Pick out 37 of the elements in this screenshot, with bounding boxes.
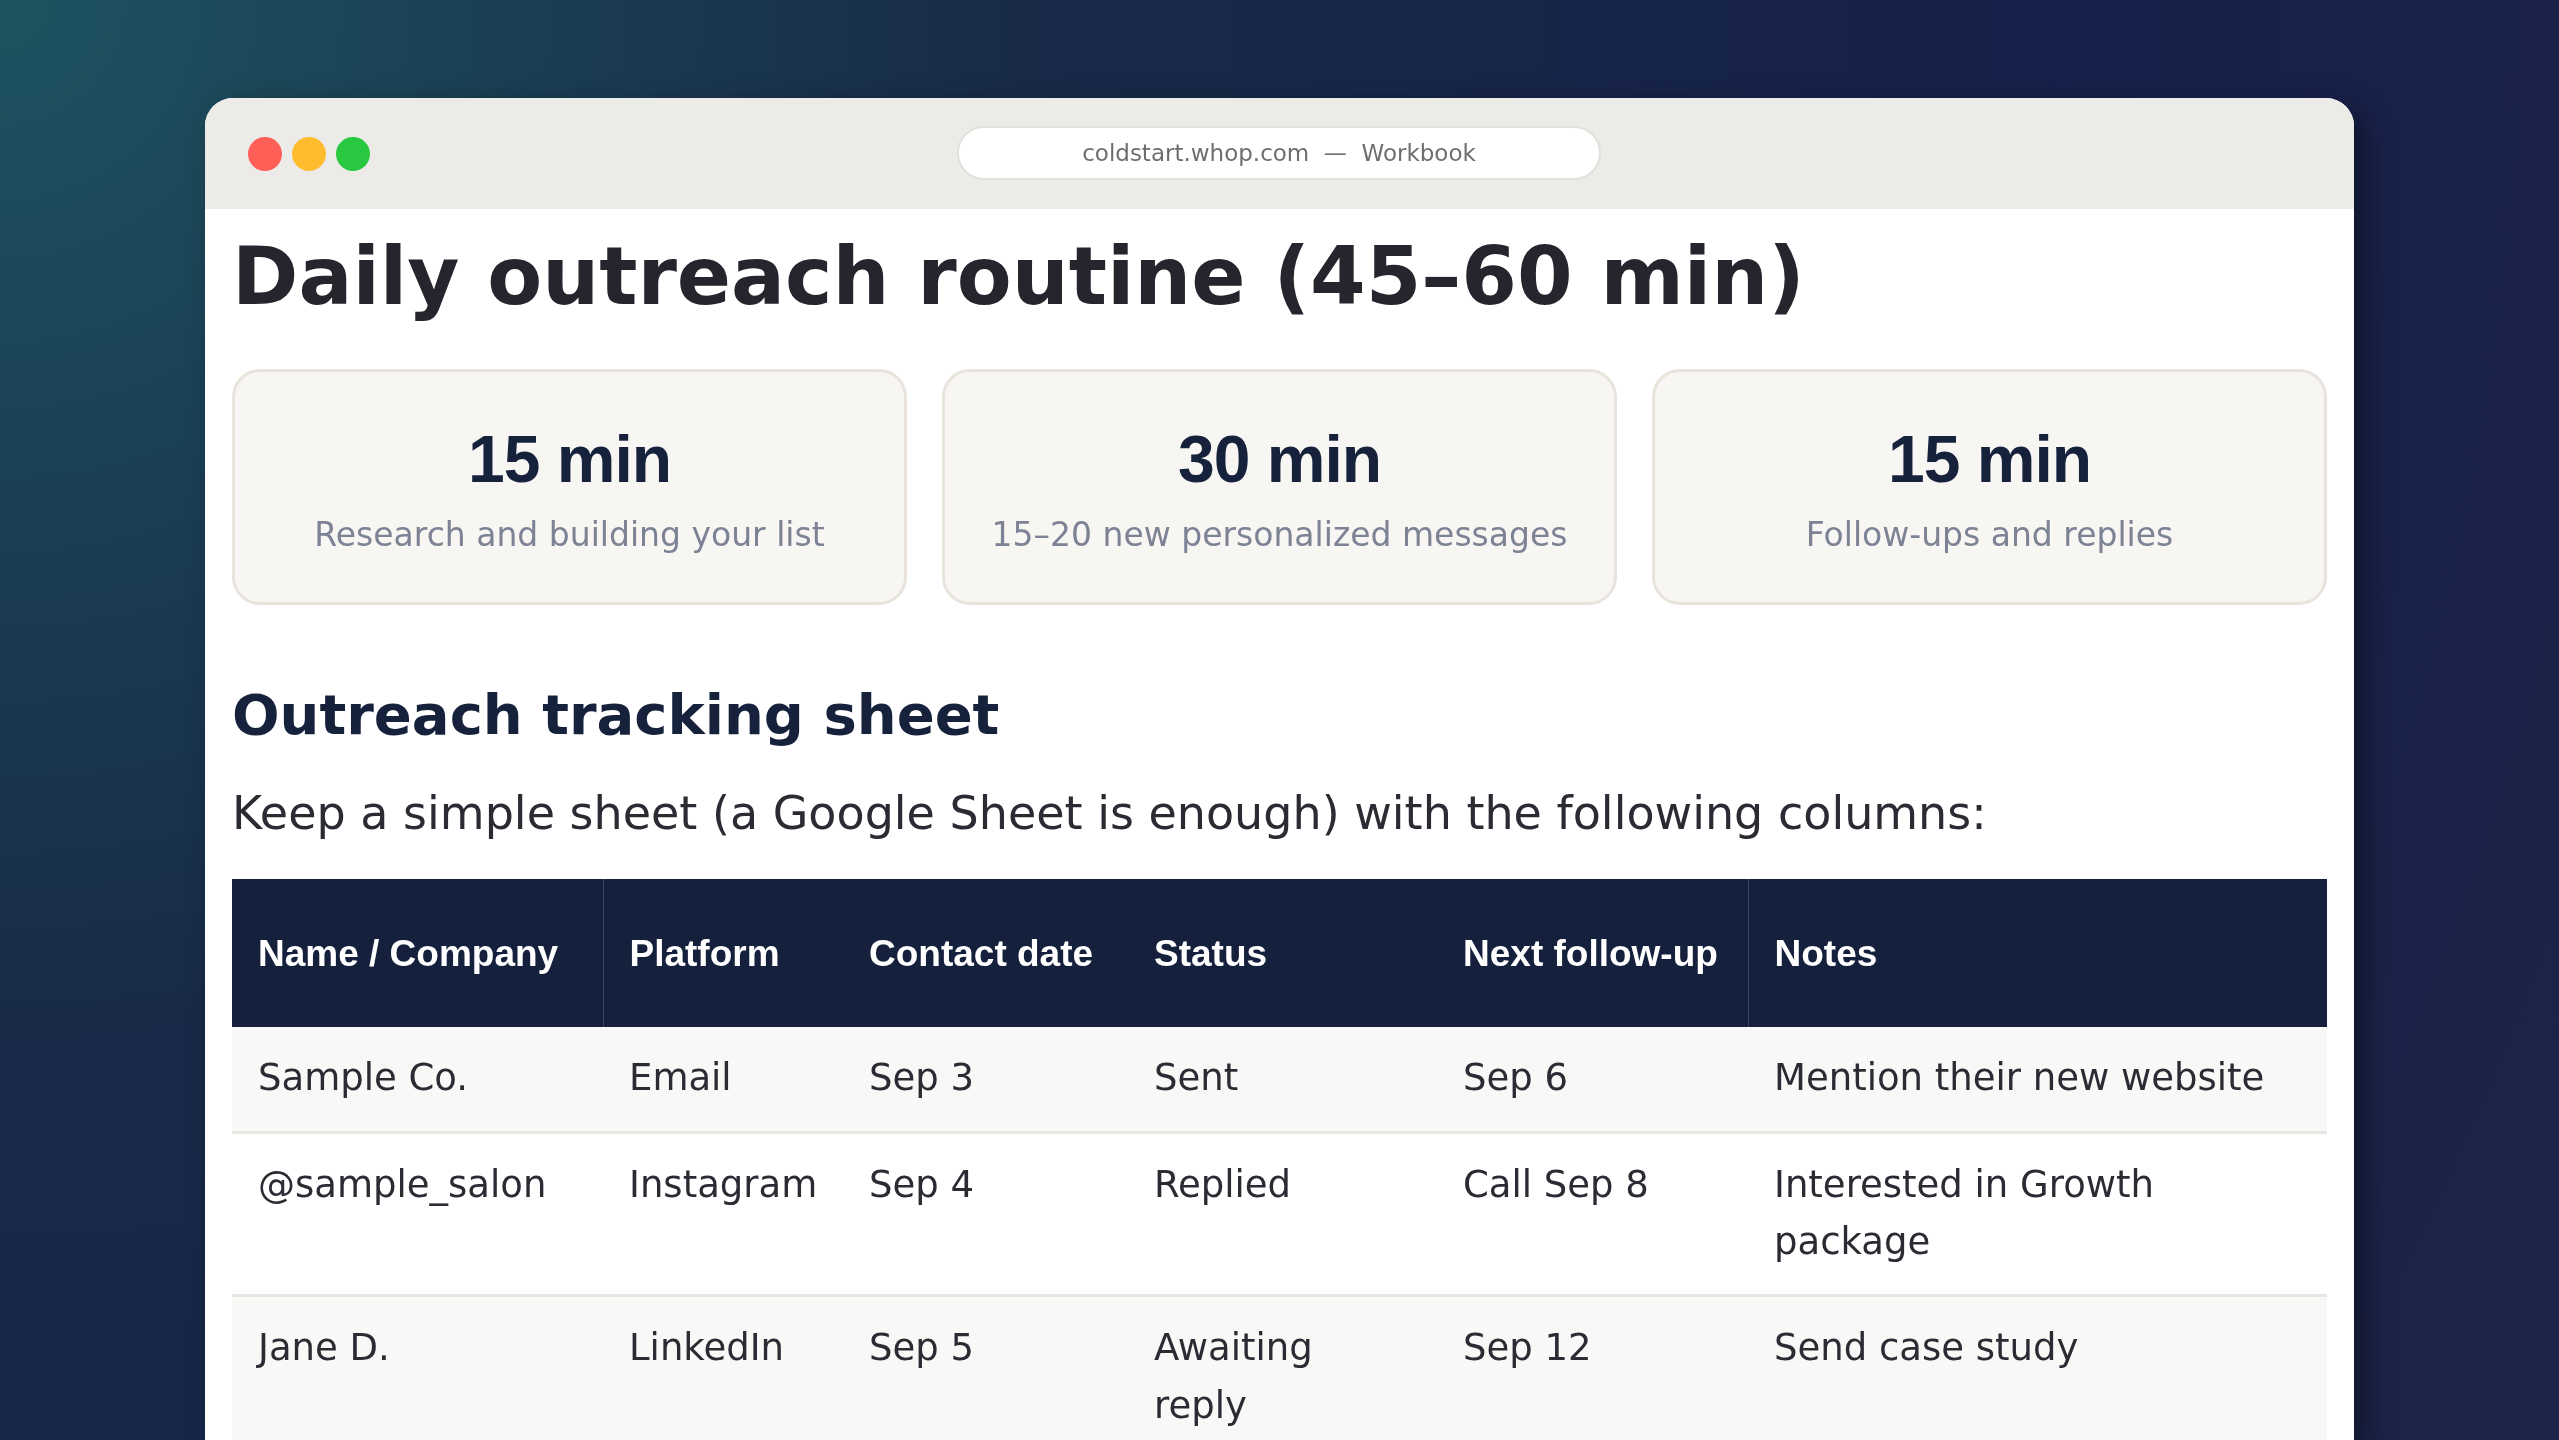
table-cell: @sample_salon xyxy=(232,1132,603,1296)
table-cell: Sample Co. xyxy=(232,1027,603,1133)
column-header: Name / Company xyxy=(232,879,603,1028)
stat-label: Follow-ups and replies xyxy=(1805,514,2174,554)
stat-value: 30 min xyxy=(1177,420,1382,497)
column-header: Status xyxy=(1128,879,1437,1028)
address-bar[interactable]: coldstart.whop.com — Workbook xyxy=(957,126,1601,180)
maximize-icon[interactable] xyxy=(336,136,370,171)
column-header: Notes xyxy=(1748,879,2327,1028)
table-cell: Interested in Growth package xyxy=(1748,1132,2327,1296)
table-cell: Send case study xyxy=(1748,1295,2327,1440)
table-cell: LinkedIn xyxy=(603,1295,843,1440)
stat-label: Research and building your list xyxy=(314,514,825,554)
intro-paragraph: Keep a simple sheet (a Google Sheet is enough) with the following columns: xyxy=(232,786,1988,842)
stat-label: 15–20 new personalized messages xyxy=(991,514,1568,554)
section-heading: Outreach tracking sheet xyxy=(232,681,1001,749)
table-cell: Mention their new website xyxy=(1748,1027,2327,1133)
table-cell: Sep 6 xyxy=(1437,1027,1748,1133)
table-cell: Sent xyxy=(1128,1027,1437,1133)
page-title: Daily outreach routine (45–60 min) xyxy=(232,229,1806,325)
table-cell: Sep 5 xyxy=(843,1295,1128,1440)
column-header: Contact date xyxy=(843,879,1128,1028)
table-cell: Sep 12 xyxy=(1437,1295,1748,1440)
table-cell: Sep 3 xyxy=(843,1027,1128,1133)
stat-value: 15 min xyxy=(467,420,672,497)
table-cell: Jane D. xyxy=(232,1295,603,1440)
table-cell: Awaiting reply xyxy=(1128,1295,1437,1440)
table-cell: Instagram xyxy=(603,1132,843,1296)
column-header: Next follow-up xyxy=(1437,879,1748,1028)
table-cell: Email xyxy=(603,1027,843,1133)
stat-value: 15 min xyxy=(1887,420,2092,497)
table-cell: Replied xyxy=(1128,1132,1437,1296)
column-header: Platform xyxy=(603,879,843,1028)
minimize-icon[interactable] xyxy=(292,136,326,171)
table-cell: Sep 4 xyxy=(843,1132,1128,1296)
table-cell: Call Sep 8 xyxy=(1437,1132,1748,1296)
close-icon[interactable] xyxy=(248,136,282,171)
